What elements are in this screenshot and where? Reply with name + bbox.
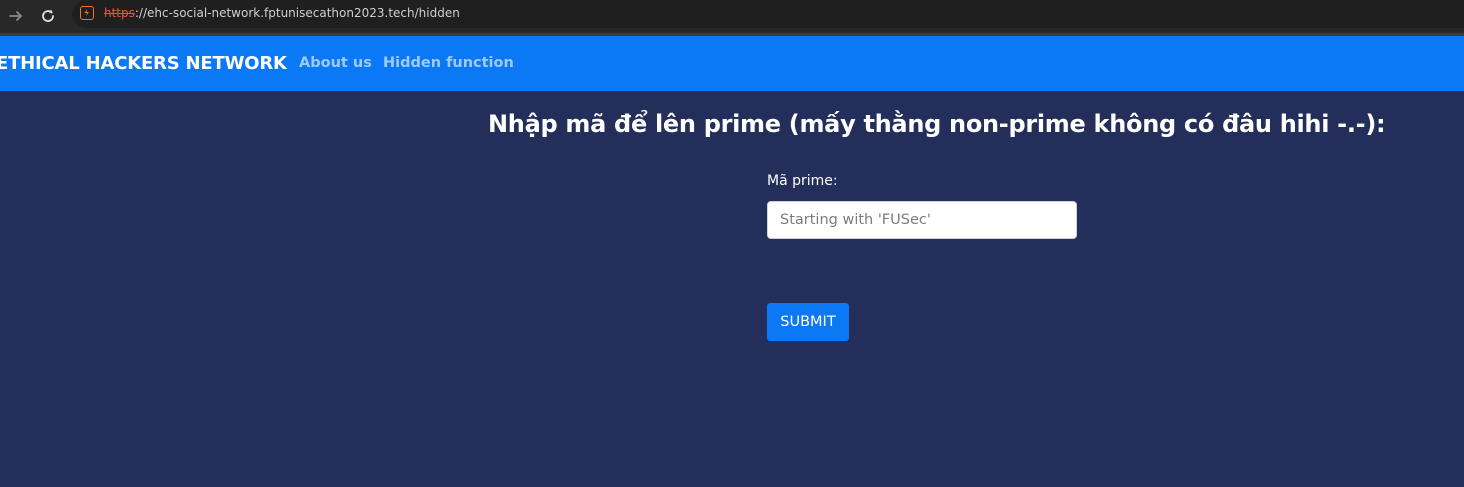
site-navbar: ETHICAL HACKERS NETWORK About us Hidden … bbox=[0, 36, 1464, 91]
prime-code-label: Mã prime: bbox=[767, 173, 838, 189]
nav-link-about-us[interactable]: About us bbox=[299, 55, 372, 71]
reload-icon[interactable] bbox=[36, 4, 60, 28]
forward-arrow-icon[interactable] bbox=[4, 4, 28, 28]
nav-link-hidden-function[interactable]: Hidden function bbox=[383, 55, 514, 71]
url-scheme: https bbox=[104, 6, 135, 20]
address-bar[interactable]: https://ehc-social-network.fptunisecatho… bbox=[72, 0, 1464, 28]
submit-button[interactable]: SUBMIT bbox=[767, 303, 849, 341]
prime-code-input[interactable] bbox=[767, 201, 1077, 239]
url-text[interactable]: https://ehc-social-network.fptunisecatho… bbox=[104, 6, 460, 20]
brand-title[interactable]: ETHICAL HACKERS NETWORK bbox=[0, 53, 287, 74]
not-secure-icon[interactable] bbox=[80, 6, 94, 20]
url-path: ://ehc-social-network.fptunisecathon2023… bbox=[134, 6, 460, 20]
page-heading: Nhập mã để lên prime (mấy thằng non-prim… bbox=[488, 110, 1386, 138]
browser-toolbar: https://ehc-social-network.fptunisecatho… bbox=[0, 0, 1464, 33]
